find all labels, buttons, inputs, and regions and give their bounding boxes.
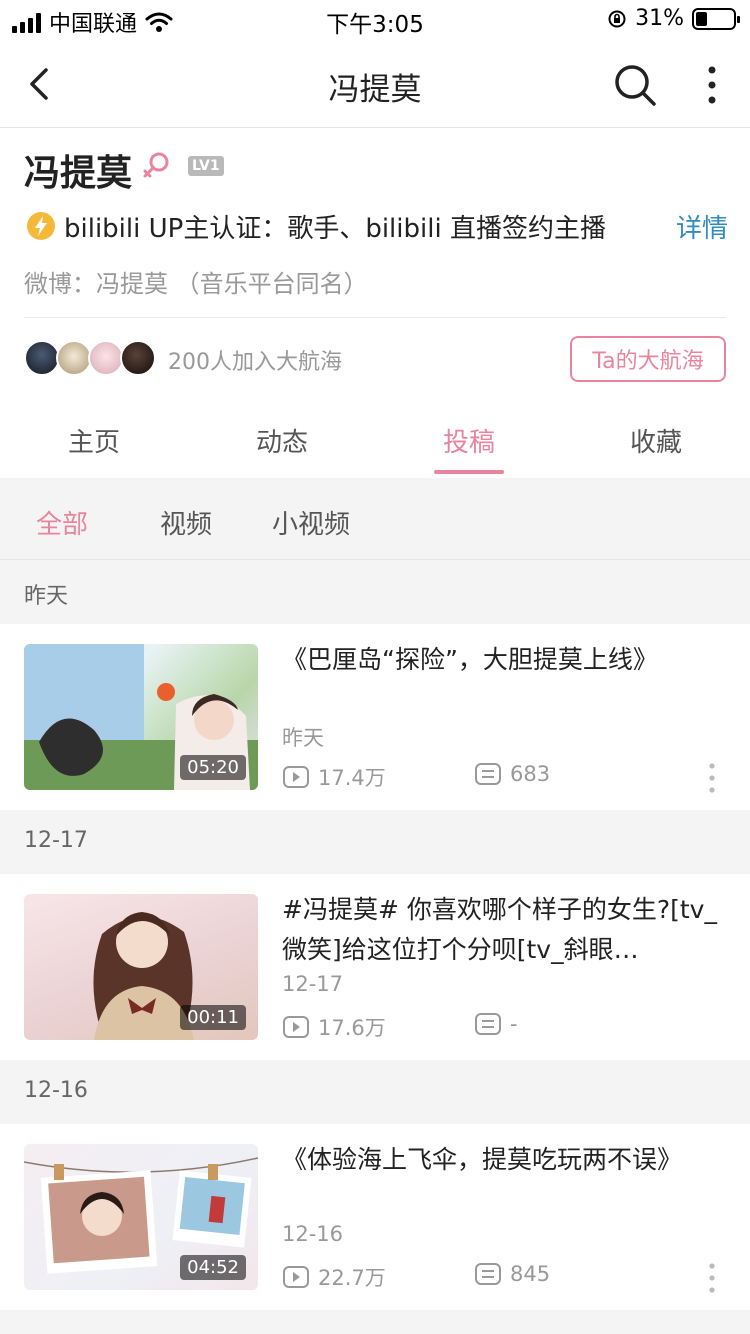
comment-stat: 683	[474, 762, 550, 786]
video-duration: 04:52	[180, 1255, 246, 1280]
comment-count-icon	[475, 763, 501, 785]
filter-all[interactable]: 全部	[36, 504, 88, 541]
battery-icon	[692, 7, 740, 30]
filter-video[interactable]: 视频	[160, 504, 212, 541]
avatar	[120, 340, 156, 376]
more-vertical-icon[interactable]	[700, 1260, 724, 1296]
video-card[interactable]: 05:20 《巴厘岛“探险”，大胆提莫上线》 昨天 17.4万 683	[0, 624, 750, 810]
video-card[interactable]: 00:11 #冯提莫# 你喜欢哪个样子的女生?[tv_微笑]给这位打个分呗[tv…	[0, 874, 750, 1060]
play-count-icon	[283, 1016, 309, 1038]
search-icon[interactable]	[612, 62, 658, 108]
tab-submissions[interactable]: 投稿	[375, 422, 563, 459]
verified-lightning-icon	[27, 212, 55, 240]
fan-count: 200人加入大航海	[168, 350, 342, 375]
view-count: 22.7万	[318, 1266, 386, 1290]
avatar	[88, 340, 124, 376]
fan-avatars[interactable]	[24, 340, 164, 376]
divider	[24, 317, 726, 318]
video-thumbnail[interactable]: 00:11	[24, 894, 258, 1040]
orientation-lock-icon	[608, 10, 626, 27]
profile-name: 冯提莫	[24, 153, 133, 194]
filter-short-video[interactable]: 小视频	[272, 504, 350, 541]
video-title[interactable]: 《体验海上飞伞，提莫吃玩两不误》	[282, 1140, 732, 1180]
video-date: 昨天	[282, 726, 324, 750]
view-count: 17.4万	[318, 766, 386, 790]
tab-home[interactable]: 主页	[0, 422, 188, 459]
comment-count: -	[510, 1012, 518, 1036]
filter-bar: 全部 视频 小视频	[0, 478, 750, 560]
avatar	[56, 340, 92, 376]
main-tabs: 主页 动态 投稿 收藏	[0, 400, 750, 478]
female-icon	[143, 152, 169, 178]
comment-stat: -	[474, 1012, 518, 1036]
weibo-info: 微博：冯提莫 （音乐平台同名）	[24, 270, 368, 298]
battery-fill	[696, 11, 707, 26]
tab-dynamic[interactable]: 动态	[188, 422, 376, 459]
active-tab-indicator	[434, 470, 504, 474]
nav-bar: 冯提莫	[0, 40, 750, 128]
video-title[interactable]: #冯提莫# 你喜欢哪个样子的女生?[tv_微笑]给这位打个分呗[tv_斜眼…	[282, 890, 732, 970]
more-vertical-icon[interactable]	[694, 62, 730, 108]
video-title[interactable]: 《巴厘岛“探险”，大胆提莫上线》	[282, 640, 732, 680]
battery-percent: 31%	[635, 6, 684, 31]
avatar	[24, 340, 60, 376]
more-vertical-icon[interactable]	[700, 760, 724, 796]
play-count-icon	[283, 766, 309, 788]
comment-stat: 845	[474, 1262, 550, 1286]
comment-count: 683	[510, 762, 551, 786]
video-duration: 05:20	[180, 755, 246, 780]
comment-count-icon	[475, 1263, 501, 1285]
fleet-button[interactable]: Ta的大航海	[570, 336, 726, 382]
view-stat: 22.7万	[282, 1262, 386, 1292]
view-count: 17.6万	[318, 1016, 386, 1040]
video-duration: 00:11	[180, 1005, 246, 1030]
date-header: 12-16	[24, 1078, 88, 1103]
view-stat: 17.6万	[282, 1012, 386, 1042]
verify-text: bilibili UP主认证：歌手、bilibili 直播签约主播	[64, 214, 606, 244]
verify-detail-link[interactable]: 详情	[676, 208, 728, 245]
level-badge: LV1	[188, 156, 224, 176]
comment-count: 845	[510, 1262, 551, 1286]
status-right: 31%	[607, 6, 740, 31]
view-stat: 17.4万	[282, 762, 386, 792]
video-card[interactable]: 04:52 《体验海上飞伞，提莫吃玩两不误》 12-16 22.7万 845	[0, 1124, 750, 1310]
tab-favorites[interactable]: 收藏	[562, 422, 750, 459]
date-header: 12-17	[24, 828, 88, 853]
video-date: 12-16	[282, 1222, 344, 1246]
video-thumbnail[interactable]: 05:20	[24, 644, 258, 790]
comment-count-icon	[475, 1013, 501, 1035]
date-header: 昨天	[24, 584, 69, 609]
video-date: 12-17	[282, 972, 344, 996]
play-count-icon	[283, 1266, 309, 1288]
status-bar: 中国联通 下午3:05 31%	[0, 0, 750, 40]
video-thumbnail[interactable]: 04:52	[24, 1144, 258, 1290]
